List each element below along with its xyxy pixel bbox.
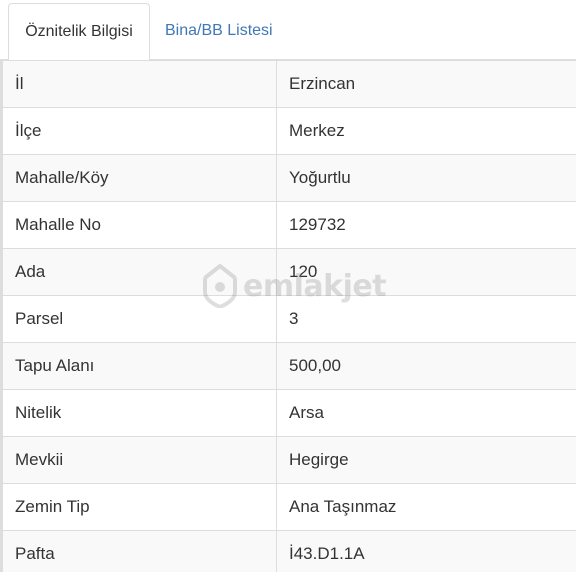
- tab-bina-bb-listesi[interactable]: Bina/BB Listesi: [165, 3, 273, 60]
- table-row: Pafta İ43.D1.1A: [0, 530, 576, 572]
- row-value: 500,00: [276, 342, 576, 390]
- row-label: Tapu Alanı: [0, 342, 277, 390]
- table-row: Mahalle/Köy Yoğurtlu: [0, 154, 576, 202]
- row-value: Merkez: [276, 107, 576, 155]
- row-value: 3: [276, 295, 576, 343]
- row-label: Zemin Tip: [0, 483, 277, 531]
- table-row: Mevkii Hegirge: [0, 436, 576, 484]
- row-label: Pafta: [0, 530, 277, 572]
- row-value: 120: [276, 248, 576, 296]
- row-value: Yoğurtlu: [276, 154, 576, 202]
- table-row: Zemin Tip Ana Taşınmaz: [0, 483, 576, 531]
- table-row: Mahalle No 129732: [0, 201, 576, 249]
- row-value: Erzincan: [276, 60, 576, 108]
- row-label: Mevkii: [0, 436, 277, 484]
- row-label: Nitelik: [0, 389, 277, 437]
- row-label: Mahalle/Köy: [0, 154, 277, 202]
- row-label: İl: [0, 60, 277, 108]
- row-value: 129732: [276, 201, 576, 249]
- table-row: İlçe Merkez: [0, 107, 576, 155]
- attribute-table-container: İl Erzincan İlçe Merkez Mahalle/Köy Yoğu…: [0, 60, 576, 572]
- row-label: İlçe: [0, 107, 277, 155]
- attribute-table: İl Erzincan İlçe Merkez Mahalle/Köy Yoğu…: [0, 60, 576, 572]
- row-value: İ43.D1.1A: [276, 530, 576, 572]
- tab-oznitelik-bilgisi[interactable]: Öznitelik Bilgisi: [8, 3, 150, 61]
- attribute-panel: Öznitelik Bilgisi Bina/BB Listesi İl Erz…: [0, 0, 576, 572]
- row-label: Ada: [0, 248, 277, 296]
- row-label: Parsel: [0, 295, 277, 343]
- table-row: İl Erzincan: [0, 60, 576, 108]
- row-label: Mahalle No: [0, 201, 277, 249]
- row-value: Ana Taşınmaz: [276, 483, 576, 531]
- table-row: Tapu Alanı 500,00: [0, 342, 576, 390]
- row-value: Arsa: [276, 389, 576, 437]
- tab-bar: Öznitelik Bilgisi Bina/BB Listesi: [0, 0, 576, 61]
- table-row: Ada 120: [0, 248, 576, 296]
- row-value: Hegirge: [276, 436, 576, 484]
- table-row: Parsel 3: [0, 295, 576, 343]
- table-row: Nitelik Arsa: [0, 389, 576, 437]
